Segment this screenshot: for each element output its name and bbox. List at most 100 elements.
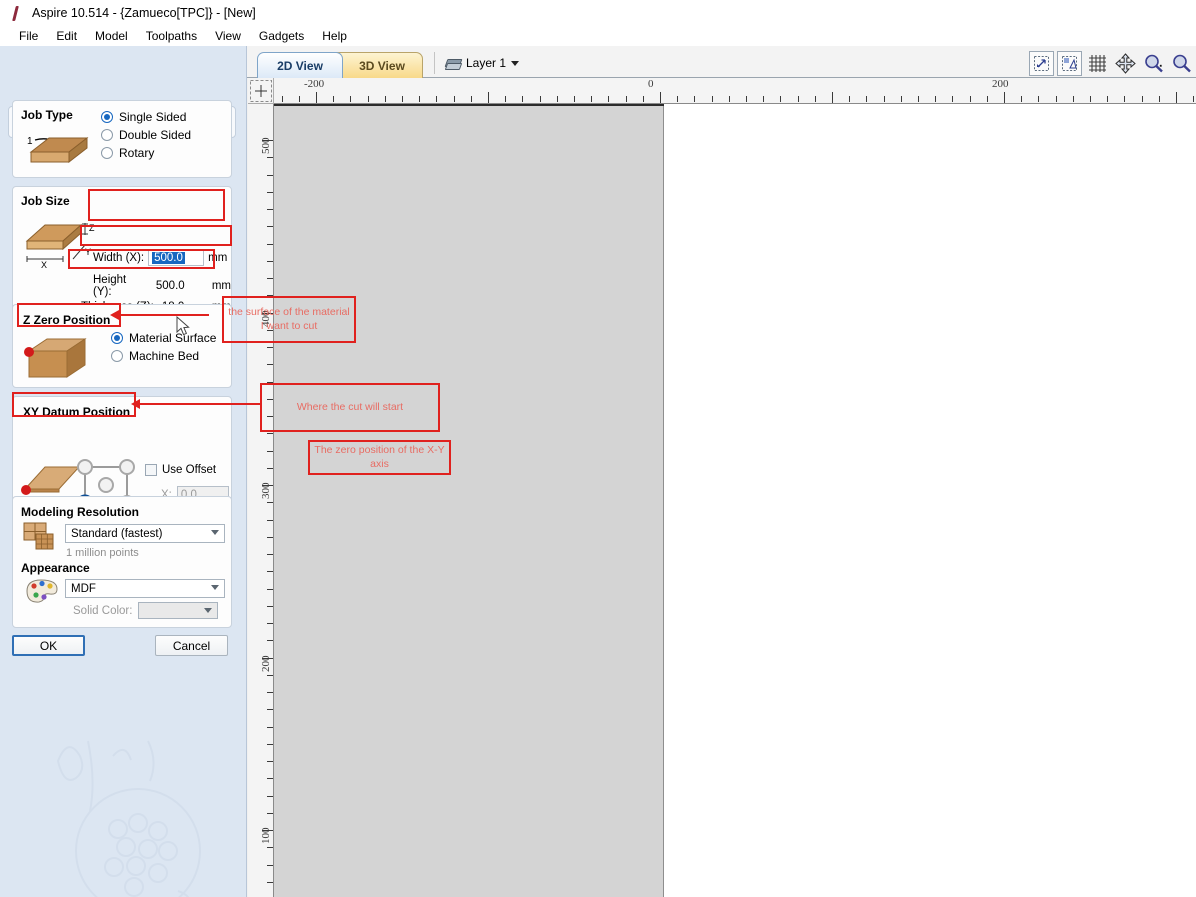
job-type-rotary-label: Rotary xyxy=(119,146,155,160)
ruler-tick xyxy=(522,96,524,102)
appearance-value: MDF xyxy=(71,582,96,595)
ruler-tick xyxy=(711,96,713,102)
use-offset-checkbox[interactable] xyxy=(145,464,157,476)
ruler-tick xyxy=(333,96,335,102)
menu-edit[interactable]: Edit xyxy=(47,27,86,45)
datum-top-right xyxy=(119,459,135,475)
menu-file[interactable]: File xyxy=(10,27,47,45)
material-top-edge xyxy=(274,104,664,106)
ruler-tick xyxy=(832,92,833,103)
ruler-tick xyxy=(935,96,937,102)
ruler-tick xyxy=(267,416,273,417)
radio-single-sided[interactable] xyxy=(101,111,113,123)
ok-button[interactable]: OK xyxy=(12,635,85,656)
ruler-tick xyxy=(746,96,747,102)
height-y-value: 500.0 xyxy=(155,280,185,292)
modeling-resolution-select[interactable]: Standard (fastest) xyxy=(65,524,225,543)
ruler-tick xyxy=(728,96,730,102)
ruler-tick xyxy=(267,761,273,762)
ruler-tick xyxy=(814,96,816,102)
menu-view[interactable]: View xyxy=(206,27,250,45)
chevron-down-icon xyxy=(511,60,520,66)
ruler-label: 100 xyxy=(260,827,272,845)
ruler-tick xyxy=(267,864,273,866)
vertical-ruler[interactable]: 500 400 300 200 100 xyxy=(248,104,274,897)
ruler-tick xyxy=(267,226,273,228)
job-type-single-sided[interactable]: Single Sided xyxy=(101,110,191,124)
ruler-tick xyxy=(952,96,954,102)
z-zero-material-surface[interactable]: Material Surface xyxy=(111,331,216,345)
ruler-tick xyxy=(267,812,273,814)
ruler-label: 200 xyxy=(992,78,1009,90)
ruler-tick xyxy=(267,381,273,383)
layer-selector[interactable]: Layer 1 xyxy=(445,54,520,72)
ruler-tick xyxy=(267,795,273,797)
ruler-tick xyxy=(267,347,273,348)
job-type-rotary[interactable]: Rotary xyxy=(101,146,191,160)
zoom-to-extents-icon[interactable] xyxy=(1029,51,1054,76)
zoom-to-selection-icon[interactable] xyxy=(1057,51,1082,76)
job-size-slab-icon: Z Y X xyxy=(25,223,95,270)
ruler-tick xyxy=(900,96,902,102)
radio-material-surface[interactable] xyxy=(111,332,123,344)
zoom-in-icon[interactable] xyxy=(1141,51,1166,76)
ruler-tick xyxy=(1158,96,1160,102)
z-zero-label: Z Zero Position xyxy=(23,313,111,327)
ruler-tick xyxy=(1141,96,1143,102)
z-zero-machine-bed[interactable]: Machine Bed xyxy=(111,349,216,363)
ruler-tick xyxy=(267,191,273,193)
pan-icon[interactable] xyxy=(1113,51,1138,76)
menu-model[interactable]: Model xyxy=(86,27,137,45)
ruler-tick xyxy=(419,96,421,102)
toggle-grid-icon[interactable] xyxy=(1085,51,1110,76)
xy-datum-label: XY Datum Position xyxy=(23,405,131,419)
datum-top-left xyxy=(77,459,93,475)
ruler-tick xyxy=(763,96,765,102)
solid-color-row: Solid Color: xyxy=(73,602,219,619)
ruler-tick xyxy=(267,571,273,573)
radio-rotary[interactable] xyxy=(101,147,113,159)
ruler-tick xyxy=(267,157,273,159)
ruler-tick xyxy=(316,92,317,103)
width-x-input[interactable]: 500.0 xyxy=(148,249,205,266)
height-y-label: Height (Y): xyxy=(93,274,127,298)
use-offset-label: Use Offset xyxy=(162,464,217,476)
appearance-select[interactable]: MDF xyxy=(65,579,225,598)
radio-double-sided[interactable] xyxy=(101,129,113,141)
menu-toolpaths[interactable]: Toolpaths xyxy=(137,27,206,45)
height-y-input[interactable]: 500.0 xyxy=(152,278,208,295)
ruler-tick xyxy=(267,467,273,469)
drawing-canvas[interactable] xyxy=(274,104,1196,897)
ruler-tick xyxy=(267,174,273,176)
ok-button-label: OK xyxy=(39,638,58,653)
use-offset-row[interactable]: Use Offset xyxy=(145,464,216,476)
zoom-out-icon[interactable] xyxy=(1169,51,1194,76)
ruler-tick xyxy=(1004,92,1005,103)
ruler-tick xyxy=(267,640,273,642)
chevron-down-icon xyxy=(211,530,219,535)
ruler-tick xyxy=(267,364,273,366)
solid-color-swatch[interactable] xyxy=(138,602,219,619)
ruler-tick xyxy=(267,692,273,693)
resolution-grid-icon xyxy=(23,522,54,550)
tab-2d-view[interactable]: 2D View xyxy=(257,52,343,78)
ruler-tick xyxy=(267,536,273,538)
horizontal-ruler[interactable]: -200 0 200 xyxy=(274,78,1196,104)
ruler-tick xyxy=(488,92,489,103)
z-zero-group: Z Zero Position Material Surface Machine… xyxy=(12,304,232,388)
menu-gadgets[interactable]: Gadgets xyxy=(250,27,313,45)
ruler-tick xyxy=(267,778,273,780)
ruler-tick xyxy=(677,96,679,102)
ruler-tick xyxy=(453,96,455,102)
width-x-value: 500.0 xyxy=(152,251,185,264)
cancel-button[interactable]: Cancel xyxy=(155,635,228,656)
appearance-label: Appearance xyxy=(21,561,90,575)
window-title: Aspire 10.514 - {Zamueco[TPC]} - [New] xyxy=(32,6,256,20)
ruler-tick xyxy=(1107,96,1109,102)
menu-help[interactable]: Help xyxy=(313,27,356,45)
job-type-double-sided[interactable]: Double Sided xyxy=(101,128,191,142)
ruler-tick xyxy=(1090,96,1091,102)
job-type-group: Job Type 1 Single Sided Double Sided Rot… xyxy=(12,100,232,178)
ruler-tick xyxy=(350,96,352,102)
radio-machine-bed[interactable] xyxy=(111,350,123,362)
